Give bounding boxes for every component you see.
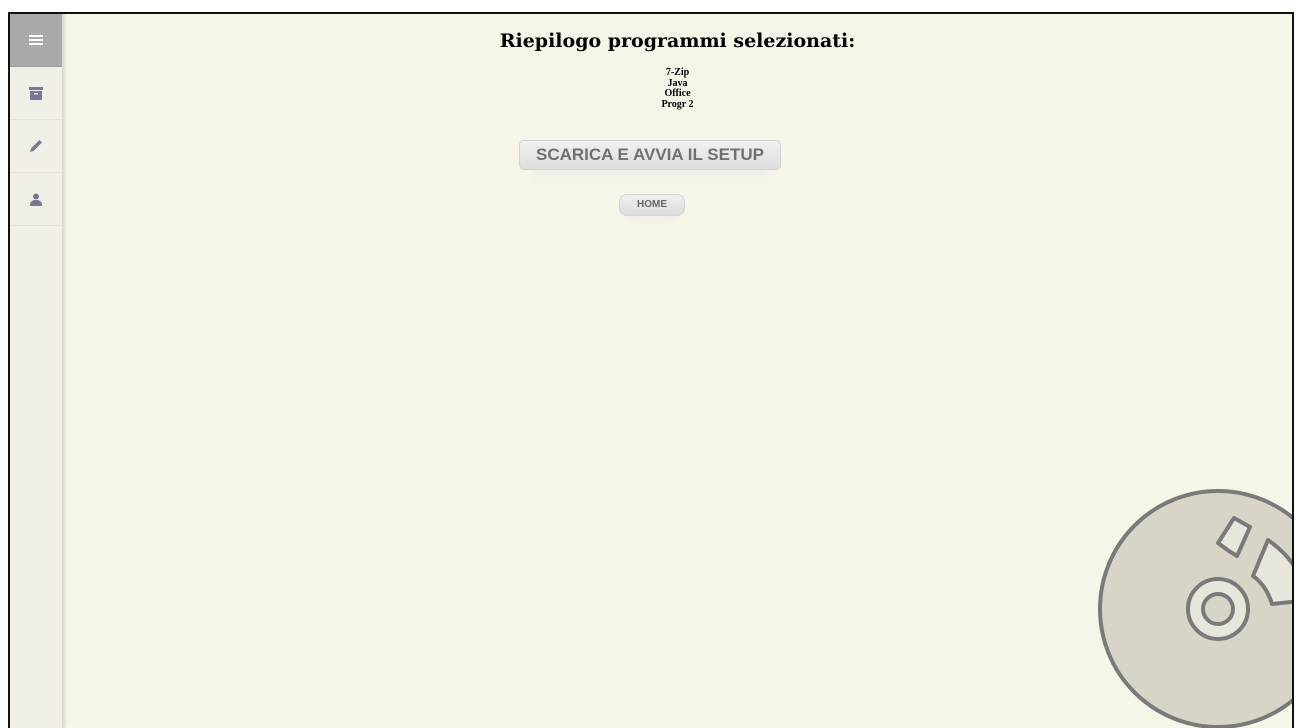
home-button[interactable]: HOME [619,194,685,216]
home-button-reflection [629,216,675,224]
disc-icon [1098,489,1292,728]
archive-icon [29,86,43,100]
app-window: Riepilogo programmi selezionati: 7-Zip J… [8,12,1294,728]
sidebar [10,14,63,728]
user-icon [30,193,42,206]
setup-button-reflection [533,170,767,180]
pencil-icon [30,140,42,152]
sidebar-item-menu[interactable] [10,14,62,67]
sidebar-item-user[interactable] [10,173,62,226]
sidebar-item-edit[interactable] [10,120,62,173]
program-item: Office [664,88,691,99]
program-item: Progr 2 [661,98,694,110]
program-list: 7-Zip Java Office Progr 2 [63,67,1292,110]
page-title: Riepilogo programmi selezionati: [499,30,856,52]
sidebar-item-archive[interactable] [10,67,62,120]
menu-icon [29,35,43,45]
program-item: 7-Zip [665,67,690,78]
download-setup-button[interactable]: SCARICA E AVVIA IL SETUP [519,140,781,170]
main-content: Riepilogo programmi selezionati: 7-Zip J… [63,14,1292,728]
